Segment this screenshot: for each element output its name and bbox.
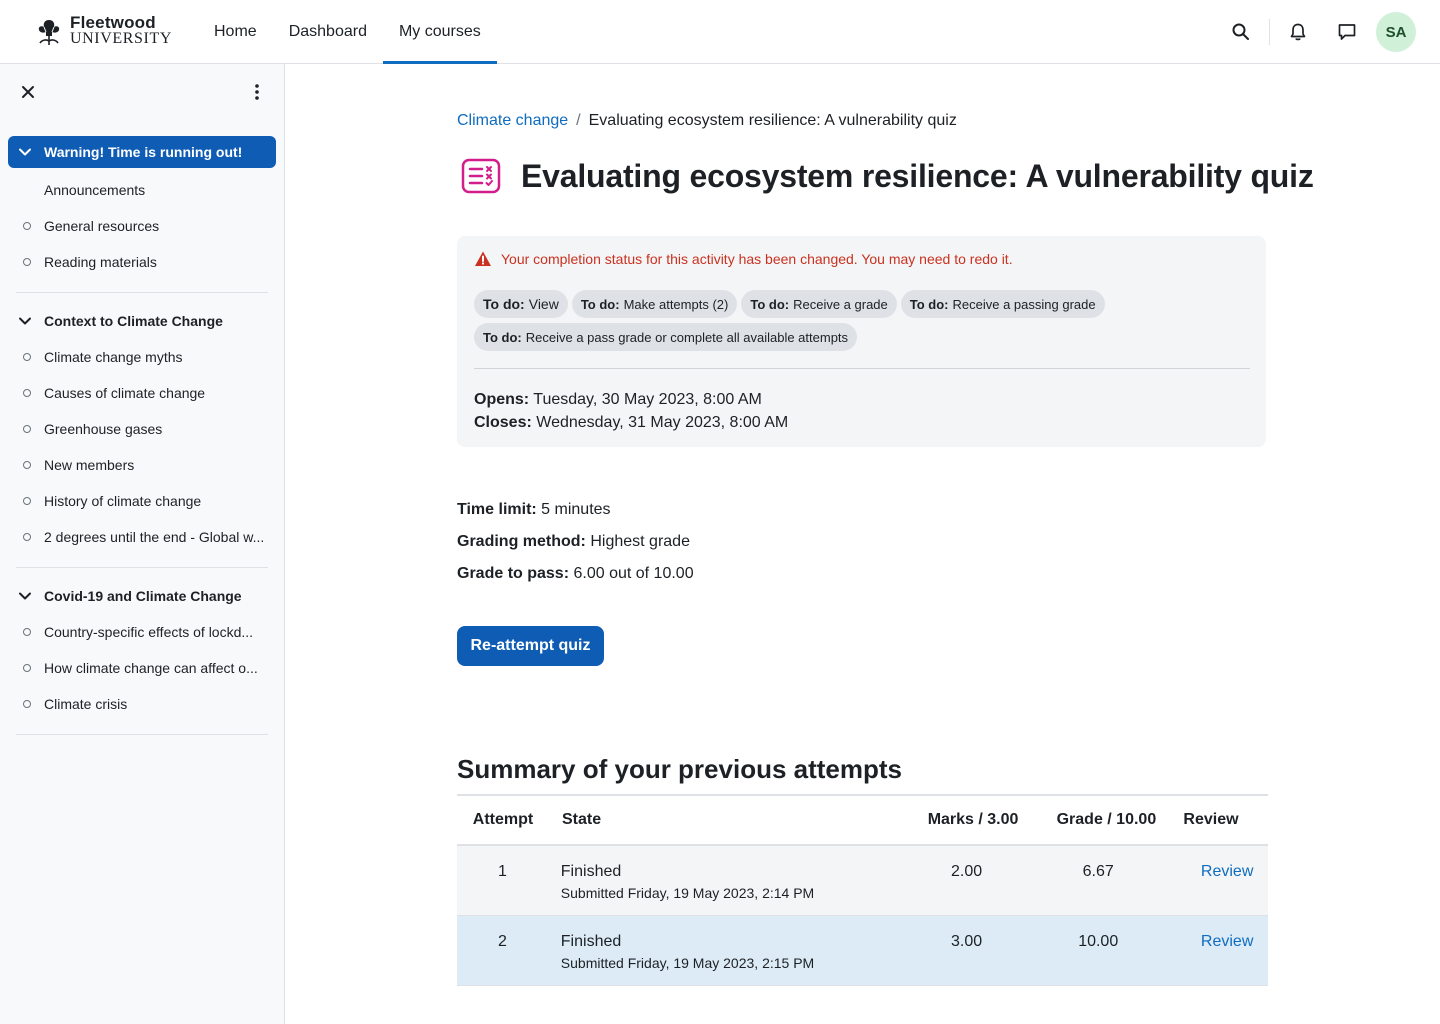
review-link[interactable]: Review — [1166, 916, 1268, 985]
chevron-down-icon[interactable] — [18, 145, 32, 159]
completion-badge: To do: Receive a pass grade or complete a… — [474, 323, 858, 351]
sidebar-item-greenhouse-gases[interactable]: Greenhouse gases — [0, 411, 284, 447]
messages-button[interactable] — [1327, 12, 1367, 52]
sidebar-item-new-members[interactable]: New members — [0, 447, 284, 483]
section-title: Warning! Time is running out! — [44, 144, 243, 160]
completion-warning: Your completion status for this activity… — [474, 250, 1013, 268]
primary-navigation: Home Dashboard My courses — [198, 0, 497, 64]
completion-badge: To do: Receive a passing grade — [900, 290, 1105, 318]
sidebar-item-general-resources[interactable]: General resources — [0, 208, 284, 244]
attempt-submitted: Submitted Friday, 19 May 2023, 2:14 PM — [560, 885, 815, 901]
logo-flower-icon — [38, 20, 60, 45]
section-title: Covid-19 and Climate Change — [44, 588, 242, 604]
search-icon — [1232, 23, 1249, 40]
table-row: 2 Finished Submitted Friday, 19 May 2023… — [457, 916, 1268, 986]
breadcrumb-course-link[interactable]: Climate change — [457, 112, 568, 129]
quiz-icon — [457, 152, 505, 200]
activity-dates: Opens: Tuesday, 30 May 2023, 8:00 AM Clo… — [474, 391, 789, 431]
logo-subtitle: UNIVERSITY — [70, 30, 172, 47]
incomplete-icon — [23, 461, 31, 469]
bell-icon — [1290, 23, 1306, 41]
close-icon — [22, 86, 34, 98]
top-navbar: Fleetwood UNIVERSITY Home Dashboard My c… — [0, 0, 1440, 64]
chevron-down-icon[interactable] — [18, 314, 32, 328]
completion-badge: To do: Receive a grade — [741, 290, 897, 318]
opens-date: Tuesday, 30 May 2023, 8:00 AM — [533, 391, 762, 408]
breadcrumb: Climate change / Evaluating ecosystem resi… — [457, 112, 957, 129]
table-header: Attempt State Marks / 3.00 Grade / 10.00… — [457, 796, 1268, 846]
incomplete-icon — [23, 353, 31, 361]
attempt-state: Finished — [560, 933, 622, 950]
incomplete-icon — [23, 425, 31, 433]
navbar-divider — [1269, 19, 1270, 45]
completion-badges: To do: View To do: Make attempts (2) To do… — [474, 290, 1254, 351]
message-icon — [1338, 24, 1356, 40]
reattempt-quiz-button[interactable]: Re-attempt quiz — [457, 626, 604, 666]
nav-home[interactable]: Home — [198, 0, 273, 64]
completion-badge: To do: Make attempts (2) — [571, 290, 738, 318]
incomplete-icon — [23, 389, 31, 397]
nav-dashboard[interactable]: Dashboard — [273, 0, 383, 64]
sidebar-item-how-climate-change[interactable]: How climate change can affect o... — [0, 650, 284, 686]
notifications-button[interactable] — [1278, 12, 1318, 52]
section-covid-climate-change[interactable]: Covid-19 and Climate Change — [8, 580, 276, 612]
sidebar-item-causes[interactable]: Causes of climate change — [0, 375, 284, 411]
sidebar-item-reading-materials[interactable]: Reading materials — [0, 244, 284, 280]
closes-date: Wednesday, 31 May 2023, 8:00 AM — [536, 414, 789, 431]
incomplete-icon — [23, 700, 31, 708]
review-link[interactable]: Review — [1166, 846, 1268, 915]
sidebar-item-announcements[interactable]: Announcements — [0, 172, 284, 208]
attempts-table: Attempt State Marks / 3.00 Grade / 10.00… — [457, 794, 1268, 986]
drawer-options-button[interactable] — [245, 80, 269, 104]
section-divider — [16, 292, 268, 293]
summary-heading: Summary of your previous attempts — [457, 754, 902, 784]
table-row: 1 Finished Submitted Friday, 19 May 2023… — [457, 846, 1268, 916]
university-logo[interactable]: Fleetwood UNIVERSITY — [32, 14, 172, 48]
course-index-drawer: Warning! Time is running out! Announceme… — [0, 64, 285, 1024]
breadcrumb-current: Evaluating ecosystem resilience: A vulne… — [588, 112, 957, 129]
attempt-state: Finished — [560, 863, 622, 880]
incomplete-icon — [23, 664, 31, 672]
incomplete-icon — [23, 497, 31, 505]
chevron-down-icon[interactable] — [18, 589, 32, 603]
user-avatar[interactable]: SA — [1376, 12, 1416, 52]
section-context-climate-change[interactable]: Context to Climate Change — [8, 305, 276, 337]
time-limit-value: 5 minutes — [541, 501, 611, 518]
section-warning[interactable]: Warning! Time is running out! — [8, 136, 276, 168]
section-divider — [16, 567, 268, 568]
sidebar-item-climate-change-myths[interactable]: Climate change myths — [0, 339, 284, 375]
incomplete-icon — [23, 258, 31, 266]
sidebar-item-country-effects[interactable]: Country-specific effects of lockd... — [0, 614, 284, 650]
activity-info-box: Your completion status for this activity… — [457, 236, 1266, 447]
warning-icon — [475, 251, 491, 266]
close-drawer-button[interactable] — [16, 80, 40, 104]
page-title: Evaluating ecosystem resilience: A vulne… — [521, 157, 1314, 194]
sidebar-item-climate-crisis[interactable]: Climate crisis — [0, 686, 284, 722]
info-divider — [474, 368, 1250, 369]
section-divider — [16, 734, 268, 735]
incomplete-icon — [23, 628, 31, 636]
attempt-submitted: Submitted Friday, 19 May 2023, 2:15 PM — [560, 955, 815, 971]
grade-to-pass-value: 6.00 out of 10.00 — [573, 565, 694, 582]
sidebar-item-history[interactable]: History of climate change — [0, 483, 284, 519]
sidebar-item-2-degrees[interactable]: 2 degrees until the end - Global w... — [0, 519, 284, 555]
incomplete-icon — [23, 222, 31, 230]
logo-name: Fleetwood — [70, 13, 156, 32]
kebab-menu-icon — [255, 84, 259, 100]
quiz-info: Time limit: 5 minutes Grading method: Hi… — [457, 501, 694, 582]
section-title: Context to Climate Change — [44, 313, 223, 329]
grading-method-value: Highest grade — [590, 533, 690, 550]
completion-badge: To do: View — [474, 290, 568, 318]
search-button[interactable] — [1221, 12, 1261, 52]
incomplete-icon — [23, 533, 31, 541]
nav-my-courses[interactable]: My courses — [382, 0, 497, 64]
